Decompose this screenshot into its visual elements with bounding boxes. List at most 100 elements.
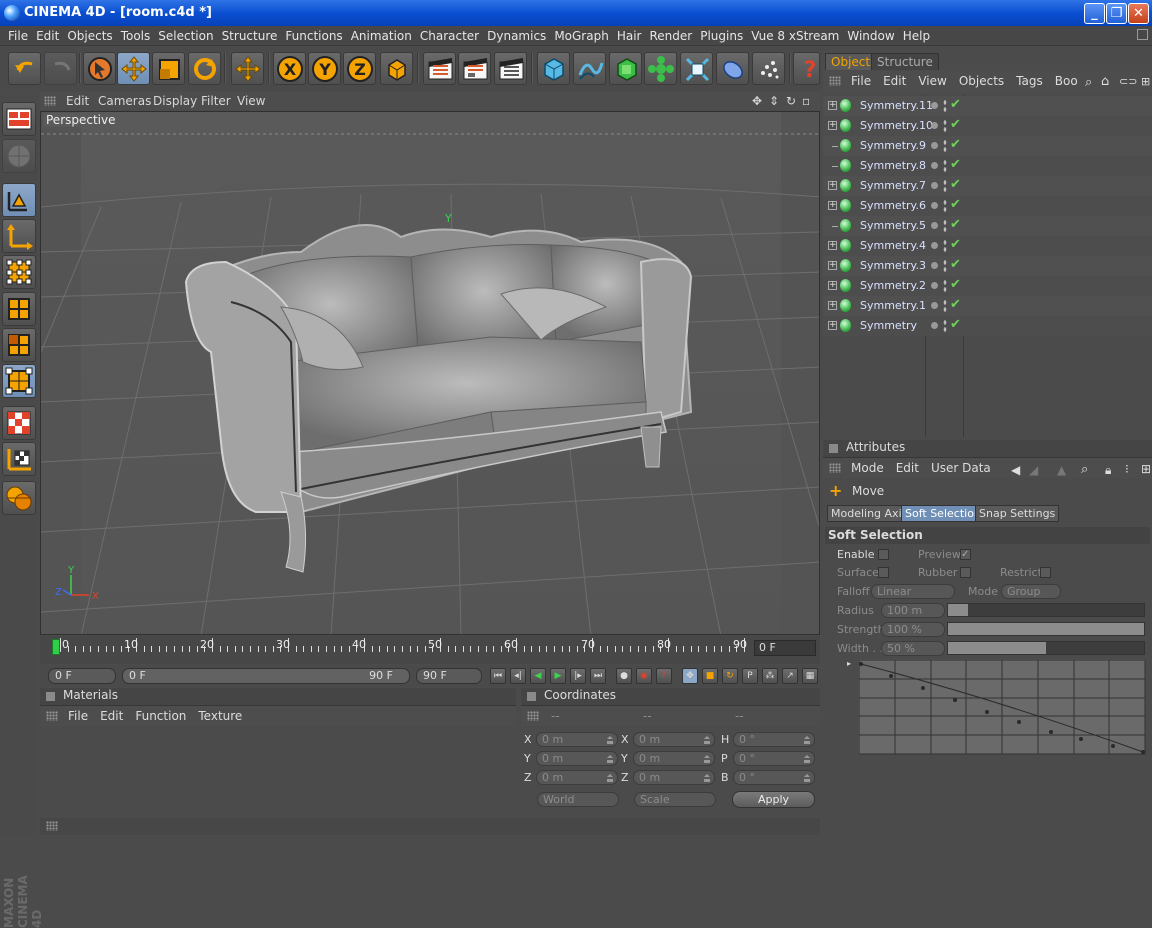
materials-menu-texture[interactable]: Texture <box>192 706 248 723</box>
spline-pen-icon[interactable] <box>573 52 606 85</box>
menu-tools[interactable]: Tools <box>117 26 155 43</box>
menu-help[interactable]: Help <box>899 26 934 43</box>
expand-toggle-icon[interactable]: + <box>828 261 837 270</box>
new-panel-icon[interactable]: ⊞ <box>1135 72 1152 88</box>
editor-render-visibility-icon[interactable] <box>943 259 947 273</box>
menu-mograph[interactable]: MoGraph <box>550 26 613 43</box>
visibility-dot-icon[interactable] <box>931 282 938 289</box>
object-row[interactable]: Symmetry.9 ✔ <box>823 136 1152 156</box>
deformer-icon[interactable] <box>680 52 713 85</box>
radius-slider[interactable] <box>947 603 1145 617</box>
current-frame-field[interactable]: 0 F <box>754 640 816 656</box>
enabled-check-icon[interactable]: ✔ <box>950 237 961 252</box>
key-position-icon[interactable]: ✥ <box>682 668 698 684</box>
move-icon[interactable] <box>117 52 150 85</box>
model-mode-icon[interactable] <box>2 183 36 217</box>
falloff-graph[interactable] <box>859 660 1147 756</box>
visibility-dot-icon[interactable] <box>931 262 938 269</box>
go-to-start-icon[interactable]: ⏮ <box>490 668 506 684</box>
render-view-icon[interactable] <box>423 52 456 85</box>
enable-checkbox[interactable] <box>878 549 889 560</box>
expand-toggle-icon[interactable]: + <box>828 101 837 110</box>
object-row[interactable]: + Symmetry.11 ✔ <box>823 96 1152 116</box>
object-name[interactable]: Symmetry <box>860 319 917 332</box>
z-axis-icon[interactable]: Z <box>343 52 376 85</box>
workplane-icon[interactable] <box>2 442 36 476</box>
rotation-h-field[interactable]: 0 ° <box>733 732 815 747</box>
y-axis-icon[interactable]: Y <box>308 52 341 85</box>
array-icon[interactable] <box>644 52 677 85</box>
rotation-p-field[interactable]: 0 ° <box>733 751 815 766</box>
x-axis-icon[interactable]: X <box>273 52 306 85</box>
enabled-check-icon[interactable]: ✔ <box>950 317 961 332</box>
lock-icon[interactable]: 🔒︎ <box>1099 460 1117 478</box>
layout-icon[interactable] <box>2 102 36 136</box>
play-forwards-icon[interactable]: ▶ <box>550 668 566 684</box>
scene-icon[interactable] <box>716 52 749 85</box>
key-pla-icon[interactable]: ⁂ <box>762 668 778 684</box>
enabled-check-icon[interactable]: ✔ <box>950 117 961 132</box>
object-row[interactable]: + Symmetry.2 ✔ <box>823 276 1152 296</box>
objects-menu-tags[interactable]: Tags <box>1010 71 1049 88</box>
perspective-viewport[interactable]: Y Y X Z Perspective <box>40 111 820 635</box>
max-time-field[interactable]: 90 F <box>416 668 482 684</box>
visibility-dot-icon[interactable] <box>931 102 938 109</box>
apply-button[interactable]: Apply <box>732 791 815 808</box>
play-backwards-icon[interactable]: ◀ <box>530 668 546 684</box>
timeline-window-icon[interactable]: ▦ <box>802 668 818 684</box>
attributes-menu-edit[interactable]: Edit <box>890 458 925 475</box>
falloff-dropdown[interactable]: Linear <box>871 584 955 599</box>
render-settings-icon[interactable] <box>494 52 527 85</box>
go-to-end-icon[interactable]: ⏭ <box>590 668 606 684</box>
visibility-dot-icon[interactable] <box>931 222 938 229</box>
object-row[interactable]: + Symmetry.6 ✔ <box>823 196 1152 216</box>
expand-toggle-icon[interactable]: + <box>828 201 837 210</box>
viewport-menu-view[interactable]: View <box>237 94 265 108</box>
object-name[interactable]: Symmetry.6 <box>860 199 926 212</box>
minimize-button[interactable]: _ <box>1084 3 1105 24</box>
visibility-dot-icon[interactable] <box>931 122 938 129</box>
scale-x-field[interactable]: 0 m <box>633 732 715 747</box>
objects-menu-objects[interactable]: Objects <box>953 71 1010 88</box>
attributes-new-panel-icon[interactable]: ⊞ <box>1135 459 1152 476</box>
enabled-check-icon[interactable]: ✔ <box>950 257 961 272</box>
enabled-check-icon[interactable]: ✔ <box>950 197 961 212</box>
last-tool-icon[interactable] <box>231 52 264 85</box>
coordinate-mode-dropdown[interactable]: Scale <box>634 792 716 807</box>
expand-toggle-icon[interactable]: + <box>828 321 837 330</box>
visibility-dot-icon[interactable] <box>931 202 938 209</box>
object-row[interactable]: + Symmetry.10 ✔ <box>823 116 1152 136</box>
help-icon[interactable]: ? <box>793 52 820 85</box>
objects-menu-view[interactable]: View <box>912 71 952 88</box>
pan-icon[interactable]: ✥ <box>752 94 762 108</box>
menu-objects[interactable]: Objects <box>63 26 116 43</box>
editor-render-visibility-icon[interactable] <box>943 179 947 193</box>
object-row[interactable]: + Symmetry.3 ✔ <box>823 256 1152 276</box>
object-row[interactable]: + Symmetry.4 ✔ <box>823 236 1152 256</box>
expand-toggle-icon[interactable]: + <box>828 301 837 310</box>
time-cursor[interactable] <box>52 639 60 655</box>
maximize-button[interactable]: ❐ <box>1106 3 1127 24</box>
menu-functions[interactable]: Functions <box>281 26 346 43</box>
expand-toggle-icon[interactable]: + <box>828 241 837 250</box>
attributes-menu-mode[interactable]: Mode <box>845 458 890 475</box>
enabled-check-icon[interactable]: ✔ <box>950 97 961 112</box>
surface-checkbox[interactable] <box>878 567 889 578</box>
interpolation-icon[interactable]: ↗ <box>782 668 798 684</box>
tab-modeling-axis[interactable]: Modeling Axis <box>827 505 912 522</box>
object-name[interactable]: Symmetry.9 <box>860 139 926 152</box>
editor-render-visibility-icon[interactable] <box>943 99 947 113</box>
materials-menu-function[interactable]: Function <box>129 706 192 723</box>
object-row[interactable]: Symmetry.8 ✔ <box>823 156 1152 176</box>
rotation-b-field[interactable]: 0 ° <box>733 770 815 785</box>
previous-key-icon[interactable]: ◂| <box>510 668 526 684</box>
restore-layout-icon[interactable] <box>1137 29 1148 40</box>
materials-menu-edit[interactable]: Edit <box>94 706 129 723</box>
expand-toggle-icon[interactable]: + <box>828 281 837 290</box>
uv-mode-icon[interactable] <box>2 364 36 398</box>
texture-mode-icon[interactable] <box>2 406 36 440</box>
menu-animation[interactable]: Animation <box>347 26 416 43</box>
objects-menu-edit[interactable]: Edit <box>877 71 912 88</box>
menu-dynamics[interactable]: Dynamics <box>483 26 550 43</box>
dolly-icon[interactable]: ⇕ <box>769 94 779 108</box>
